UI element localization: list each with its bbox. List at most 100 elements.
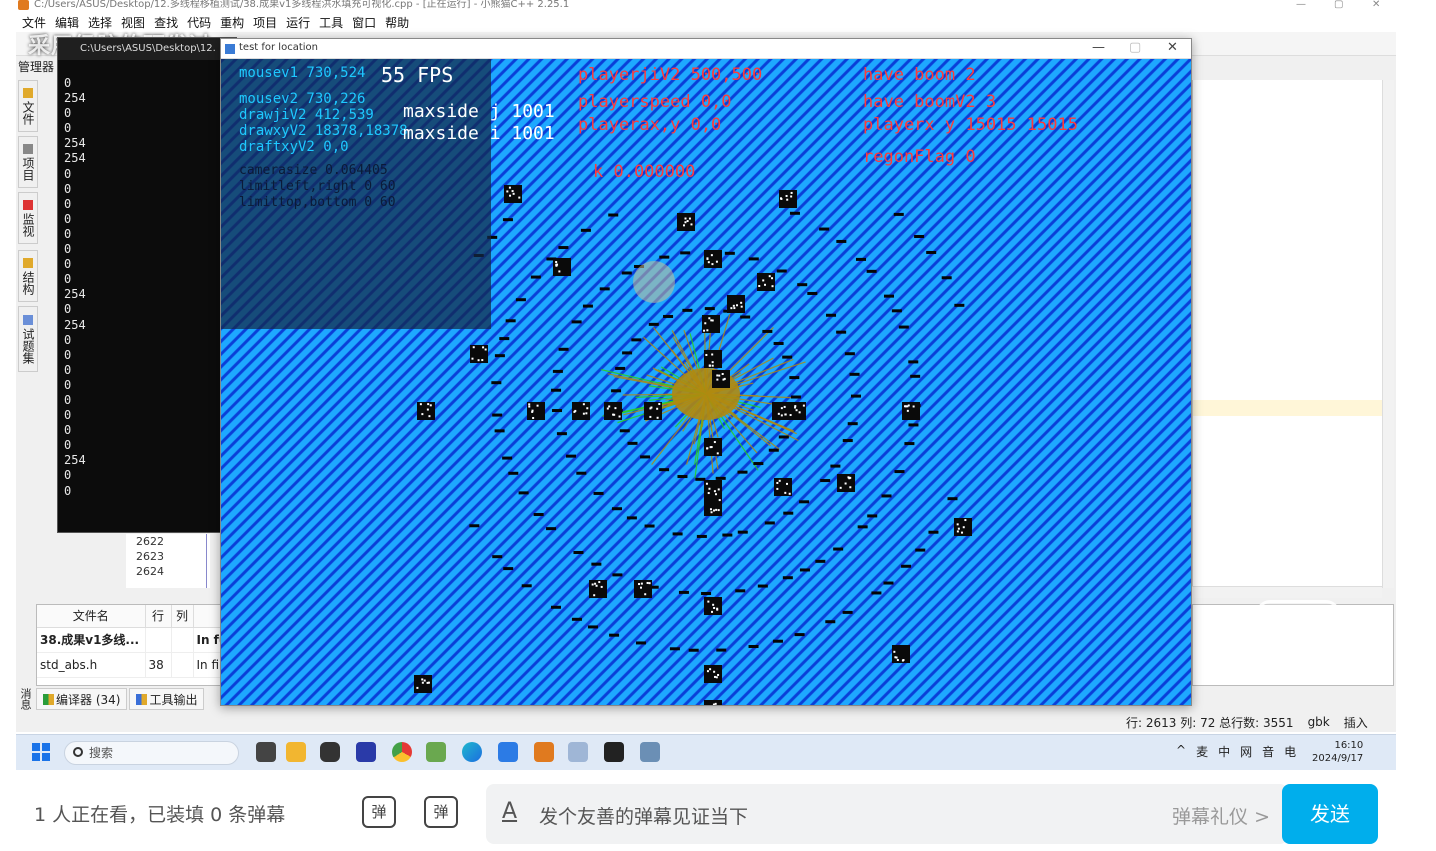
side-tab-project[interactable]: 项目 (18, 136, 38, 188)
gutter-divider (206, 534, 207, 588)
fill-dash (794, 633, 805, 637)
mouse-cursor-glow (633, 261, 675, 303)
danmaku-etiquette-link[interactable]: 弹幕礼仪 > (1172, 802, 1270, 829)
fill-dash (491, 381, 502, 385)
tab-tools-output[interactable]: 工具输出 (129, 688, 205, 710)
chrome-icon[interactable] (392, 742, 412, 762)
fill-dash (884, 294, 895, 298)
menu-window[interactable]: 窗口 (352, 14, 376, 31)
vs-icon[interactable] (356, 742, 376, 762)
status-position: 行: 2613 列: 72 总行数: 3551 (1126, 715, 1294, 730)
col-header-filename[interactable]: 文件名 (37, 605, 146, 628)
block-tile (712, 370, 730, 388)
wifi-icon[interactable]: 网 (1240, 743, 1252, 760)
status-mode: 插入 (1343, 715, 1368, 730)
fill-dash (505, 319, 516, 323)
side-tab-watch[interactable]: 监视 (18, 192, 38, 244)
console-line: 0 (64, 362, 72, 377)
fill-dash (908, 360, 919, 364)
fill-dash (871, 591, 882, 595)
menu-help[interactable]: 帮助 (385, 14, 409, 31)
text-style-icon[interactable]: A (502, 799, 517, 824)
code-editor-pane[interactable] (1192, 80, 1383, 588)
close-icon[interactable]: ✕ (1167, 40, 1178, 55)
menu-project[interactable]: 项目 (253, 14, 277, 31)
fill-dash (659, 468, 670, 472)
fill-dash (571, 617, 582, 621)
terminal-icon[interactable] (604, 742, 624, 762)
tab-tools-output-label: 工具输出 (149, 693, 198, 707)
fill-dash (836, 330, 847, 334)
fill-dash (612, 573, 623, 577)
maximize-icon[interactable]: ▢ (1129, 40, 1141, 55)
tray-overflow-icon[interactable]: ^ (1176, 743, 1186, 760)
fill-dash (492, 555, 503, 559)
game-canvas[interactable]: mousev1 730,524 55 FPS mousev2 730,226 d… (221, 59, 1191, 705)
windows-start-icon[interactable] (32, 743, 50, 761)
fill-dash (753, 462, 764, 466)
col-header-line[interactable]: 行 (145, 605, 172, 628)
close-icon[interactable]: ✕ (1372, 0, 1380, 10)
taskbar-clock[interactable]: 16:10 2024/9/17 (1312, 739, 1363, 765)
task-view-icon[interactable] (256, 742, 276, 762)
danmaku-settings-icon[interactable]: 弹 (424, 796, 458, 828)
menu-tools[interactable]: 工具 (319, 14, 343, 31)
problem-set-icon (23, 314, 33, 325)
console-line: 0 (64, 483, 72, 498)
table-row[interactable]: 38.成果v1多线... In fu (37, 627, 235, 653)
tab-compiler[interactable]: 编译器 (34) (36, 688, 128, 710)
side-tab-files[interactable]: 文件 (18, 80, 38, 132)
game-window[interactable]: test for location — ▢ ✕ mousev1 730,524 … (220, 38, 1192, 706)
minimize-icon[interactable]: — (1092, 40, 1105, 55)
fill-dash (669, 647, 680, 651)
app-cube-icon[interactable] (320, 742, 340, 762)
fill-dash (556, 432, 567, 436)
fill-dash (582, 304, 593, 308)
messages-vertical-label[interactable]: 消息 (17, 688, 33, 710)
menu-run[interactable]: 运行 (286, 14, 310, 31)
volume-icon[interactable]: 音 (1262, 743, 1274, 760)
ime-indicator[interactable]: 中 (1218, 743, 1230, 760)
danmaku-input[interactable]: A 发个友善的弹幕见证当下 弹幕礼仪 > (486, 784, 1288, 844)
tool-icon[interactable] (426, 742, 446, 762)
editor-vertical-scrollbar[interactable] (1382, 80, 1394, 588)
console-window[interactable]: C:\Users\ASUS\Desktop\12. 0 254 0 0 254 254 0 0… (57, 37, 237, 533)
console-title-bar[interactable]: C:\Users\ASUS\Desktop\12. (58, 38, 236, 60)
maximize-icon[interactable]: ▢ (1334, 0, 1343, 10)
danmaku-toggle-icon[interactable]: 弹 (362, 796, 396, 828)
feishu-icon[interactable] (498, 742, 518, 762)
fill-dash (494, 429, 505, 433)
col-header-column[interactable]: 列 (171, 605, 194, 628)
battery-icon[interactable]: 电 (1284, 743, 1296, 760)
minimize-icon[interactable]: — (1296, 0, 1306, 10)
send-button[interactable]: 发送 (1282, 784, 1378, 844)
status-encoding[interactable]: gbk (1308, 715, 1330, 729)
hud-drawxy: drawxyV2 18378,18378 (239, 123, 408, 139)
fill-dash (836, 239, 847, 243)
side-tab-problem-set[interactable]: 试题集 (18, 306, 38, 372)
fill-dash (626, 516, 637, 520)
microphone-icon[interactable]: 麦 (1196, 743, 1208, 760)
devcpp-icon[interactable] (534, 742, 554, 762)
hud-fps: 55 FPS (381, 63, 454, 87)
side-tab-label: 结构 (21, 270, 35, 295)
fill-dash (748, 257, 759, 261)
game-window-icon (225, 44, 235, 54)
fill-dash (663, 314, 674, 318)
edge-icon[interactable] (462, 742, 482, 762)
monitor-icon[interactable] (568, 742, 588, 762)
danmaku-placeholder: 发个友善的弹幕见证当下 (539, 806, 749, 828)
window-icon[interactable] (640, 742, 660, 762)
fill-dash (609, 633, 620, 637)
editor-horizontal-scrollbar[interactable] (1192, 586, 1382, 598)
side-tab-label: 文件 (21, 100, 35, 125)
taskbar-search[interactable]: 搜索 (64, 741, 239, 765)
game-title-bar[interactable]: test for location — ▢ ✕ (221, 39, 1191, 59)
block-tile (704, 498, 722, 516)
side-tab-structure[interactable]: 结构 (18, 250, 38, 302)
file-explorer-icon[interactable] (286, 742, 306, 762)
block-tile (553, 258, 571, 276)
table-row[interactable]: std_abs.h 38 In fi (37, 652, 235, 678)
console-line: 254 (64, 287, 86, 302)
fill-dash (722, 533, 733, 537)
